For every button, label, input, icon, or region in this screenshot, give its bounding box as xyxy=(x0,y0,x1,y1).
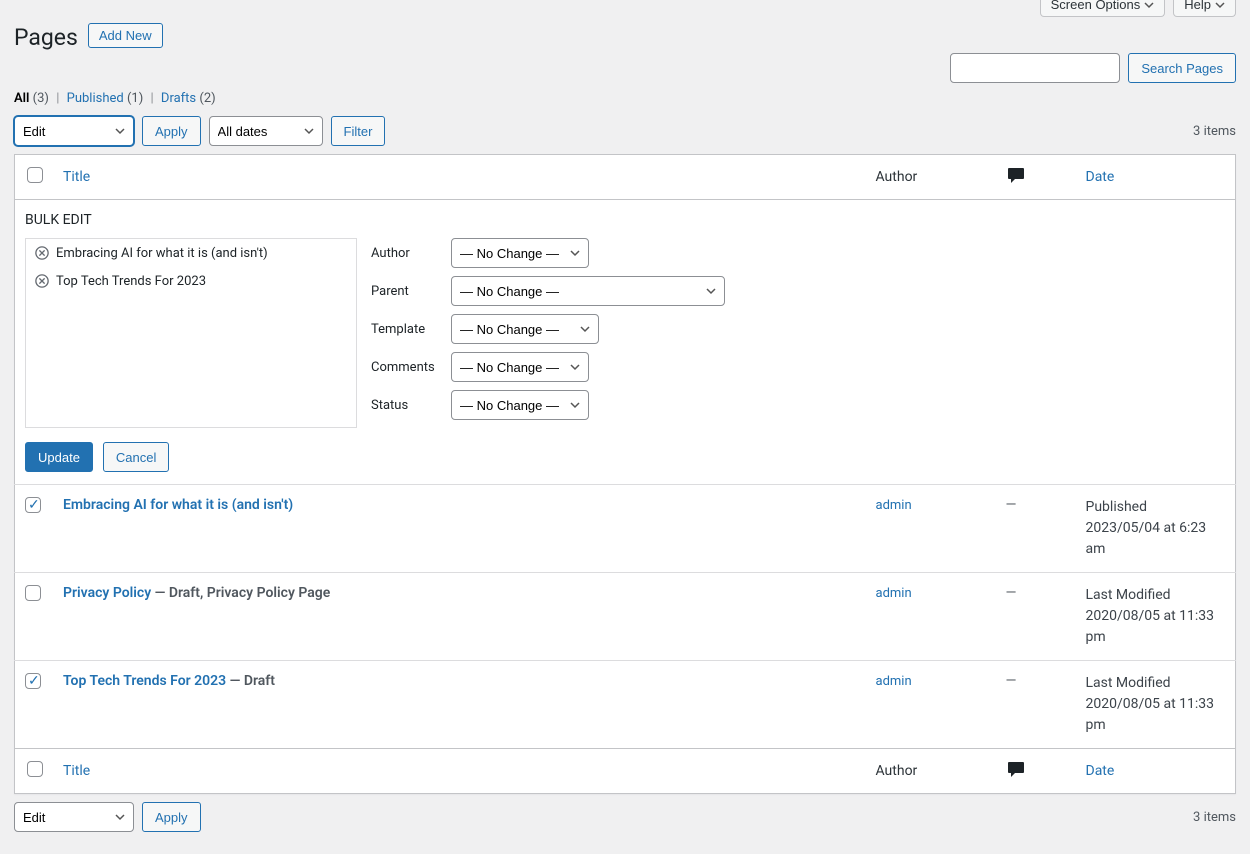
search-pages-button[interactable]: Search Pages xyxy=(1128,53,1236,83)
remove-item-icon[interactable] xyxy=(34,245,50,261)
bulk-action-select-bottom[interactable]: Edit xyxy=(14,802,134,832)
items-count-top: 3 items xyxy=(1193,124,1236,139)
table-row: Privacy Policy — Draft, Privacy Policy P… xyxy=(15,573,1236,661)
row-checkbox[interactable] xyxy=(25,673,41,689)
bulk-edit-items-list: Embracing AI for what it is (and isn't) … xyxy=(25,238,357,428)
row-date-value: 2020/08/05 at 11:33 pm xyxy=(1086,608,1215,645)
apply-button-bottom[interactable]: Apply xyxy=(142,802,201,832)
bulk-status-label: Status xyxy=(371,398,441,413)
bulk-comments-select[interactable]: — No Change — xyxy=(451,352,589,382)
row-date-status: Last Modified xyxy=(1086,675,1171,691)
date-filter-select[interactable]: All dates xyxy=(209,116,323,146)
bulk-template-select[interactable]: — No Change — xyxy=(451,314,599,344)
bulk-parent-label: Parent xyxy=(371,284,441,299)
filter-published[interactable]: Published (1) xyxy=(67,91,147,106)
row-date-value: 2023/05/04 at 6:23 am xyxy=(1086,520,1207,557)
bulk-author-select[interactable]: — No Change — xyxy=(451,238,589,268)
column-title-foot[interactable]: Title xyxy=(63,763,90,779)
select-all-bottom[interactable] xyxy=(27,761,43,777)
pages-table: Title Author Date Bulk Edit xyxy=(14,154,1236,794)
bulk-cancel-button[interactable]: Cancel xyxy=(103,442,169,472)
filter-all[interactable]: All (3) xyxy=(14,91,52,106)
table-row: Top Tech Trends For 2023 — Draft admin —… xyxy=(15,661,1236,749)
row-suffix: — Draft, Privacy Policy Page xyxy=(151,585,330,601)
row-author-link[interactable]: admin xyxy=(876,498,912,513)
help-button[interactable]: Help xyxy=(1173,0,1236,17)
row-comments: — xyxy=(1006,585,1017,601)
screen-options-label: Screen Options xyxy=(1051,0,1141,12)
bulk-template-label: Template xyxy=(371,322,441,337)
row-comments: — xyxy=(1006,497,1017,513)
bulk-edit-item: Top Tech Trends For 2023 xyxy=(26,267,356,295)
search-input[interactable] xyxy=(950,53,1120,83)
row-title-link[interactable]: Embracing AI for what it is (and isn't) xyxy=(63,497,293,513)
status-filter-links: All (3) | Published (1) | Drafts (2) xyxy=(14,91,1236,106)
bulk-update-button[interactable]: Update xyxy=(25,442,93,472)
column-date-foot[interactable]: Date xyxy=(1086,763,1115,779)
row-date-value: 2020/08/05 at 11:33 pm xyxy=(1086,696,1215,733)
help-label: Help xyxy=(1184,0,1211,12)
column-author-foot: Author xyxy=(866,749,996,794)
page-title: Pages xyxy=(14,15,78,55)
add-new-button[interactable]: Add New xyxy=(88,23,163,48)
bulk-author-label: Author xyxy=(371,246,441,261)
bulk-action-select-top[interactable]: Edit xyxy=(14,116,134,146)
row-date-status: Published xyxy=(1086,499,1147,515)
chevron-down-icon xyxy=(1144,0,1154,10)
row-author-link[interactable]: admin xyxy=(876,586,912,601)
row-checkbox[interactable] xyxy=(25,585,41,601)
apply-button-top[interactable]: Apply xyxy=(142,116,201,146)
row-comments: — xyxy=(1006,673,1017,689)
comment-icon xyxy=(1006,767,1026,783)
bulk-edit-panel: Bulk Edit Embracing AI for what it is (a… xyxy=(15,200,1236,485)
row-title-link[interactable]: Top Tech Trends For 2023 xyxy=(63,673,226,689)
screen-options-button[interactable]: Screen Options xyxy=(1040,0,1166,17)
column-date[interactable]: Date xyxy=(1086,169,1115,185)
bulk-comments-label: Comments xyxy=(371,360,441,375)
bulk-edit-item: Embracing AI for what it is (and isn't) xyxy=(26,239,356,267)
filter-drafts[interactable]: Drafts (2) xyxy=(161,91,216,106)
row-date-status: Last Modified xyxy=(1086,587,1171,603)
bulk-edit-heading: Bulk Edit xyxy=(25,212,1225,228)
remove-item-icon[interactable] xyxy=(34,273,50,289)
comment-icon xyxy=(1006,173,1026,189)
bulk-parent-select[interactable]: — No Change — xyxy=(451,276,725,306)
row-title-link[interactable]: Privacy Policy xyxy=(63,585,151,601)
bulk-status-select[interactable]: — No Change — xyxy=(451,390,589,420)
select-all-top[interactable] xyxy=(27,167,43,183)
row-checkbox[interactable] xyxy=(25,497,41,513)
row-author-link[interactable]: admin xyxy=(876,674,912,689)
chevron-down-icon xyxy=(1215,0,1225,10)
filter-button[interactable]: Filter xyxy=(331,116,386,146)
table-row: Embracing AI for what it is (and isn't) … xyxy=(15,485,1236,573)
column-title[interactable]: Title xyxy=(63,169,90,185)
items-count-bottom: 3 items xyxy=(1193,810,1236,825)
row-suffix: — Draft xyxy=(226,673,275,689)
column-author: Author xyxy=(866,155,996,200)
